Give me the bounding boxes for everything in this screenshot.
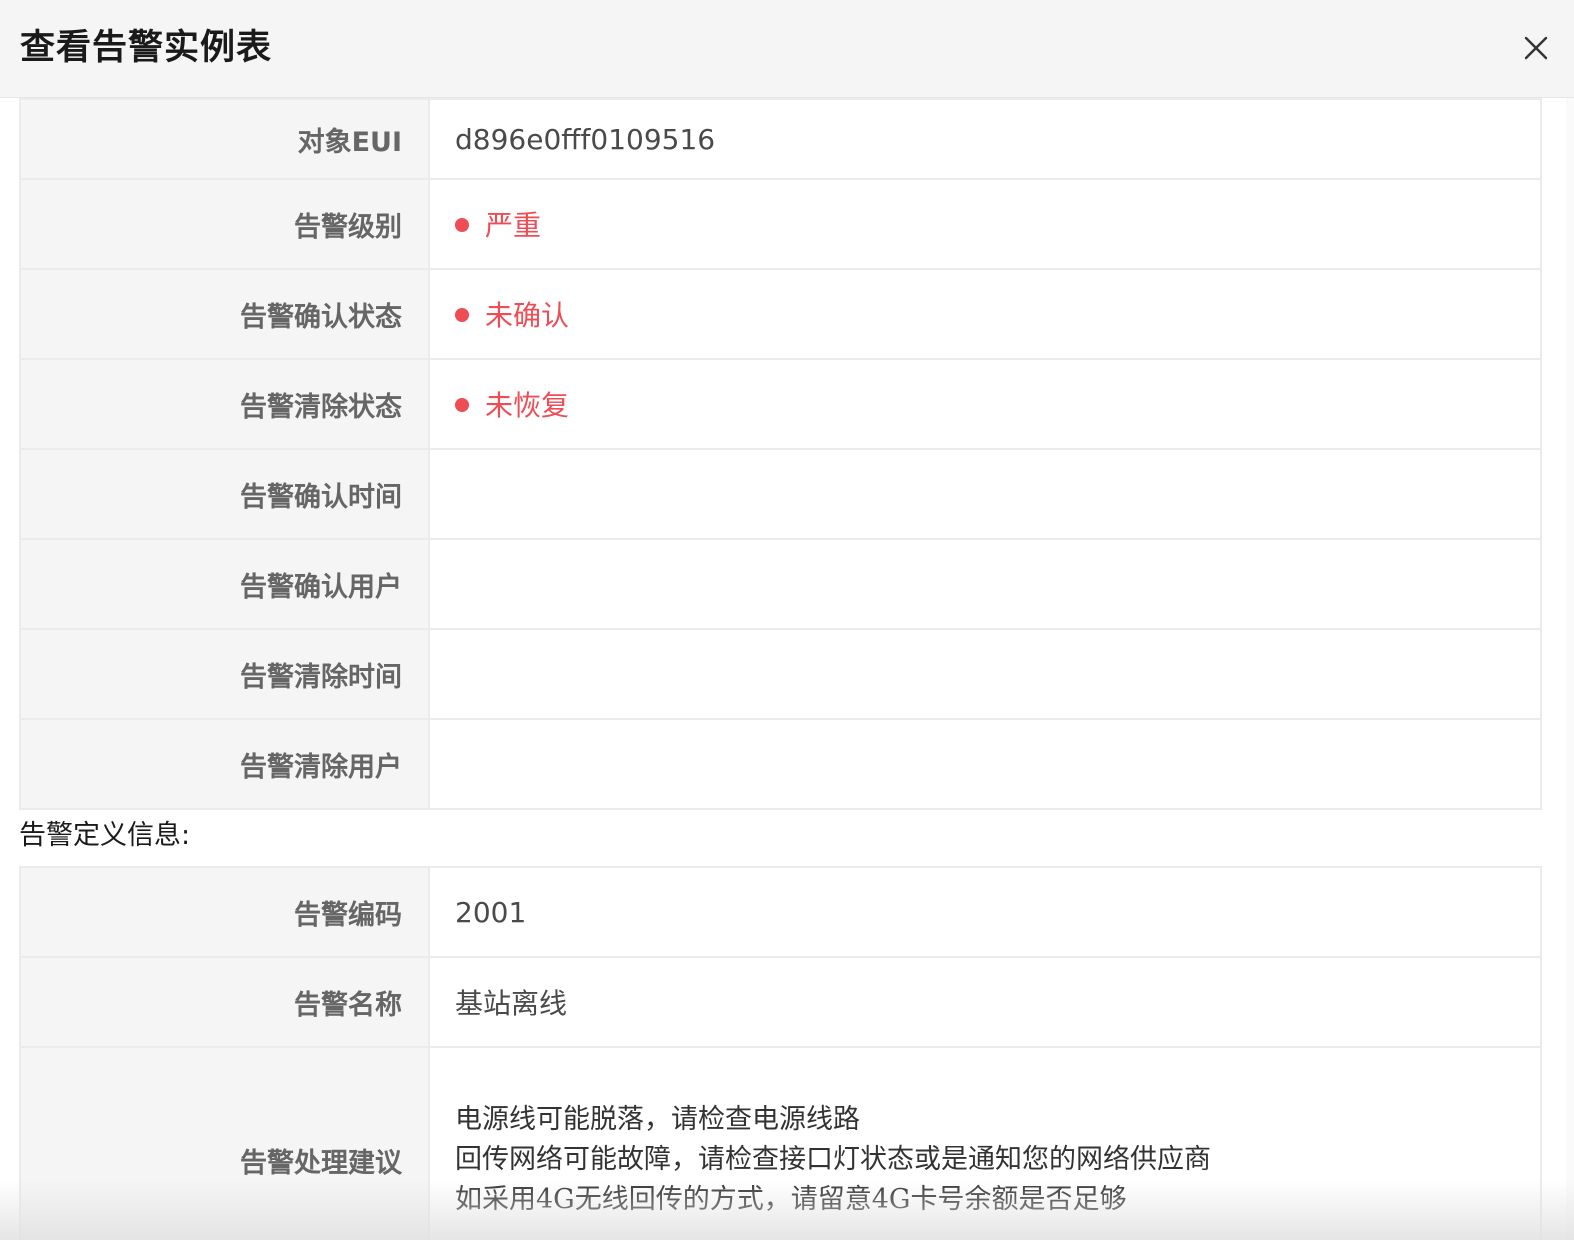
row-label: 告警清除时间	[19, 628, 430, 720]
status-dot-icon	[455, 398, 469, 412]
table-row: 告警确认时间	[19, 448, 1542, 540]
advice-cell: 电源线可能脱落，请检查电源线路 回传网络可能故障，请检查接口灯状态或是通知您的网…	[428, 1046, 1542, 1240]
row-label: 告警处理建议	[19, 1046, 430, 1240]
close-icon	[1524, 36, 1548, 60]
table-row: 告警清除状态 未恢复	[19, 358, 1542, 450]
clear-status-cell: 未恢复	[428, 358, 1542, 450]
dialog-title: 查看告警实例表	[20, 28, 273, 68]
dialog-body[interactable]: 对象EUI d896e0fff0109516 告警级别 严重 告警确认状态 未确…	[0, 98, 1574, 1240]
scrollbar[interactable]	[1566, 98, 1574, 1240]
row-label: 对象EUI	[19, 98, 430, 180]
table-row: 告警确认用户	[19, 538, 1542, 630]
clear-user-value	[428, 718, 1542, 810]
table-row: 告警编码 2001	[19, 866, 1542, 958]
alarm-name-value: 基站离线	[428, 956, 1542, 1048]
table-row: 告警清除用户	[19, 718, 1542, 810]
table-row: 告警处理建议 电源线可能脱落，请检查电源线路 回传网络可能故障，请检查接口灯状态…	[19, 1046, 1542, 1240]
table-row: 告警级别 严重	[19, 178, 1542, 270]
clear-status-value: 未恢复	[485, 389, 570, 422]
instance-info-table: 对象EUI d896e0fff0109516 告警级别 严重 告警确认状态 未确…	[19, 98, 1542, 810]
ack-time-value	[428, 448, 1542, 540]
status-badge: 未确认	[455, 294, 569, 334]
table-row: 对象EUI d896e0fff0109516	[19, 98, 1542, 180]
table-row: 告警清除时间	[19, 628, 1542, 720]
status-badge: 严重	[455, 204, 541, 244]
row-label: 告警确认用户	[19, 538, 430, 630]
advice-line: 电源线可能脱落，请检查电源线路	[455, 1104, 860, 1135]
row-label: 告警名称	[19, 956, 430, 1048]
alarm-level-value: 严重	[485, 209, 542, 242]
status-dot-icon	[455, 308, 469, 322]
row-label: 告警确认时间	[19, 448, 430, 540]
dialog-header: 查看告警实例表	[0, 0, 1574, 98]
status-badge: 未恢复	[455, 384, 569, 424]
status-dot-icon	[455, 218, 469, 232]
row-label: 告警确认状态	[19, 268, 430, 360]
alarm-level-cell: 严重	[428, 178, 1542, 270]
row-label: 告警级别	[19, 178, 430, 270]
ack-status-cell: 未确认	[428, 268, 1542, 360]
ack-user-value	[428, 538, 1542, 630]
ack-status-value: 未确认	[485, 299, 570, 332]
alarm-instance-dialog: 查看告警实例表 对象EUI d896e0fff0109516 告警级别 严重 告…	[0, 0, 1574, 1240]
close-button[interactable]	[1518, 30, 1554, 66]
row-label: 告警清除状态	[19, 358, 430, 450]
definition-info-table: 告警编码 2001 告警名称 基站离线 告警处理建议 电源线可能脱落，请检查电源…	[19, 866, 1542, 1240]
table-row: 告警确认状态 未确认	[19, 268, 1542, 360]
clear-time-value	[428, 628, 1542, 720]
alarm-code-value: 2001	[428, 866, 1542, 958]
row-label: 告警编码	[19, 866, 430, 958]
advice-line: 如采用4G无线回传的方式，请留意4G卡号余额是否足够	[455, 1184, 1127, 1215]
advice-line: 回传网络可能故障，请检查接口灯状态或是通知您的网络供应商	[455, 1144, 1211, 1175]
object-eui-value: d896e0fff0109516	[428, 98, 1542, 180]
row-label: 告警清除用户	[19, 718, 430, 810]
table-row: 告警名称 基站离线	[19, 956, 1542, 1048]
definition-section-title: 告警定义信息:	[19, 820, 191, 851]
